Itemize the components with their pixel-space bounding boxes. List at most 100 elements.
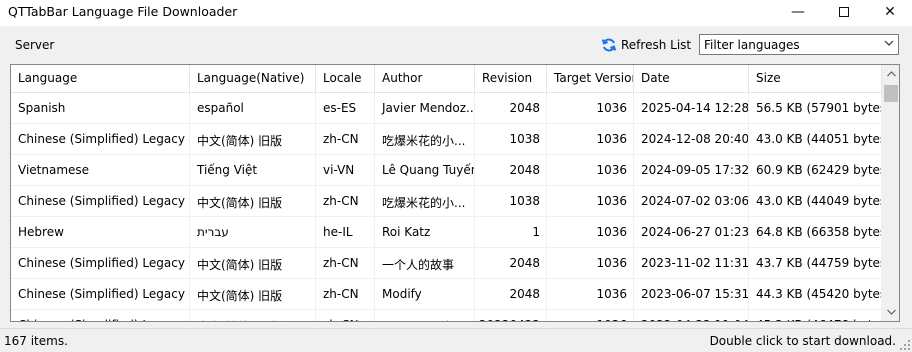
column-header-language[interactable]: Language xyxy=(11,65,190,93)
cell-target-version: 1036 xyxy=(547,248,634,279)
cell-language: Vietnamese xyxy=(11,155,190,186)
column-header-locale[interactable]: Locale xyxy=(316,65,375,93)
cell-date: 2023-06-07 15:31:13 xyxy=(634,279,749,310)
close-icon: ✕ xyxy=(884,4,896,20)
cell-date: 2024-09-05 17:32:58 xyxy=(634,155,749,186)
scroll-thumb[interactable] xyxy=(884,85,898,102)
item-count: 167 items. xyxy=(4,334,68,348)
cell-author: 吃爆米花的小... xyxy=(375,124,475,155)
table-row[interactable]: Hebrew עברית he-IL Roi Katz 1 1036 2024-… xyxy=(11,217,882,248)
maximize-button[interactable] xyxy=(821,0,867,24)
close-button[interactable]: ✕ xyxy=(867,0,912,24)
cell-size: 44.3 KB (45420 bytes) xyxy=(749,279,882,310)
cell-language-native: 中文(简体) 旧版 xyxy=(190,248,316,279)
column-header-author[interactable]: Author xyxy=(375,65,475,93)
cell-date: 2022-04-22 11:04:28 xyxy=(634,310,749,321)
cell-locale: he-IL xyxy=(316,217,375,248)
column-header-size[interactable]: Size xyxy=(749,65,882,93)
refresh-list-label: Refresh List xyxy=(621,38,692,52)
cell-revision: 2048 xyxy=(475,279,547,310)
list-header: Language Language(Native) Locale Author … xyxy=(11,65,882,93)
cell-author: Javier Mendoz... xyxy=(375,93,475,124)
cell-locale: zh-CN xyxy=(316,248,375,279)
cell-locale: es-ES xyxy=(316,93,375,124)
minimize-button[interactable]: — xyxy=(775,0,821,24)
cell-date: 2023-11-02 11:31:03 xyxy=(634,248,749,279)
cell-target-version: 1036 xyxy=(547,279,634,310)
cell-target-version: 1036 xyxy=(547,310,634,321)
cell-date: 2025-04-14 12:28:16 xyxy=(634,93,749,124)
cell-language: Chinese (Simplified) Legacy xyxy=(11,124,190,155)
cell-language: Chinese (Simplified) Legacy xyxy=(11,186,190,217)
cell-author: 20Cat_ (P站U... xyxy=(375,310,475,321)
column-header-date[interactable]: Date xyxy=(634,65,749,93)
cell-size: 43.0 KB (44051 bytes) xyxy=(749,124,882,155)
cell-locale: zh-CN xyxy=(316,124,375,155)
resize-grip-icon[interactable] xyxy=(899,339,911,351)
scroll-down-button[interactable] xyxy=(882,303,899,321)
cell-language-native: 中文(简体) 旧版 xyxy=(190,186,316,217)
cell-author: Roi Katz xyxy=(375,217,475,248)
cell-locale: zh-CN xyxy=(316,279,375,310)
column-header-revision[interactable]: Revision xyxy=(475,65,547,93)
cell-size: 43.0 KB (44049 bytes) xyxy=(749,186,882,217)
cell-author: 吃爆米花的小... xyxy=(375,186,475,217)
title-bar: QTTabBar Language File Downloader — ✕ xyxy=(0,0,912,26)
cell-language-native: עברית xyxy=(190,217,316,248)
language-list[interactable]: Language Language(Native) Locale Author … xyxy=(10,64,900,322)
chevron-down-icon xyxy=(886,309,896,315)
table-row[interactable]: Chinese (Simplified) Legacy 中文(简体) 旧版 zh… xyxy=(11,310,882,321)
cell-date: 2024-12-08 20:40:34 xyxy=(634,124,749,155)
table-row[interactable]: Chinese (Simplified) Legacy 中文(简体) 旧版 zh… xyxy=(11,124,882,155)
refresh-list-button[interactable]: Refresh List xyxy=(601,35,691,55)
filter-languages-dropdown[interactable]: Filter languages xyxy=(699,34,899,55)
cell-language: Hebrew xyxy=(11,217,190,248)
cell-language: Spanish xyxy=(11,93,190,124)
cell-language: Chinese (Simplified) Legacy xyxy=(11,310,190,321)
table-row[interactable]: Chinese (Simplified) Legacy 中文(简体) 旧版 zh… xyxy=(11,279,882,310)
chevron-up-icon xyxy=(886,71,896,77)
cell-size: 45.3 KB (46478 bytes) xyxy=(749,310,882,321)
cell-author: Modify xyxy=(375,279,475,310)
cell-size: 43.7 KB (44759 bytes) xyxy=(749,248,882,279)
cell-revision: 2048 xyxy=(475,93,547,124)
chevron-down-icon xyxy=(884,40,894,46)
cell-target-version: 1036 xyxy=(547,217,634,248)
cell-language: Chinese (Simplified) Legacy xyxy=(11,248,190,279)
cell-revision: 1038 xyxy=(475,186,547,217)
cell-author: 一个人的故事 xyxy=(375,248,475,279)
refresh-arrows-icon xyxy=(601,38,617,52)
cell-size: 64.8 KB (66358 bytes) xyxy=(749,217,882,248)
window-title: QTTabBar Language File Downloader xyxy=(8,4,238,19)
table-row[interactable]: Chinese (Simplified) Legacy 中文(简体) 旧版 zh… xyxy=(11,248,882,279)
table-row[interactable]: Vietnamese Tiếng Việt vi-VN Lê Quang Tuy… xyxy=(11,155,882,186)
cell-target-version: 1036 xyxy=(547,93,634,124)
vertical-scrollbar[interactable] xyxy=(882,65,899,321)
cell-target-version: 1036 xyxy=(547,186,634,217)
cell-locale: vi-VN xyxy=(316,155,375,186)
download-hint: Double click to start download. xyxy=(709,334,896,348)
table-row[interactable]: Spanish español es-ES Javier Mendoz... 2… xyxy=(11,93,882,124)
cell-language: Chinese (Simplified) Legacy xyxy=(11,279,190,310)
column-header-target-version[interactable]: Target Version xyxy=(547,65,634,93)
toolbar: Server Refresh List Filter languages xyxy=(0,26,912,62)
cell-size: 60.9 KB (62429 bytes) xyxy=(749,155,882,186)
server-label: Server xyxy=(15,38,55,52)
cell-revision: 1038 xyxy=(475,124,547,155)
cell-revision: 20220422 xyxy=(475,310,547,321)
scroll-up-button[interactable] xyxy=(882,65,899,83)
cell-language-native: español xyxy=(190,93,316,124)
cell-language-native: 中文(简体) 旧版 xyxy=(190,310,316,321)
cell-target-version: 1036 xyxy=(547,155,634,186)
cell-size: 56.5 KB (57901 bytes) xyxy=(749,93,882,124)
cell-revision: 2048 xyxy=(475,248,547,279)
cell-locale: zh-CN xyxy=(316,186,375,217)
filter-languages-text: Filter languages xyxy=(704,38,800,52)
maximize-icon xyxy=(839,7,849,17)
table-row[interactable]: Chinese (Simplified) Legacy 中文(简体) 旧版 zh… xyxy=(11,186,882,217)
column-header-language-native[interactable]: Language(Native) xyxy=(190,65,316,93)
cell-revision: 2048 xyxy=(475,155,547,186)
cell-date: 2024-07-02 03:06:47 xyxy=(634,186,749,217)
cell-author: Lê Quang Tuyến xyxy=(375,155,475,186)
cell-locale: zh-CN xyxy=(316,310,375,321)
